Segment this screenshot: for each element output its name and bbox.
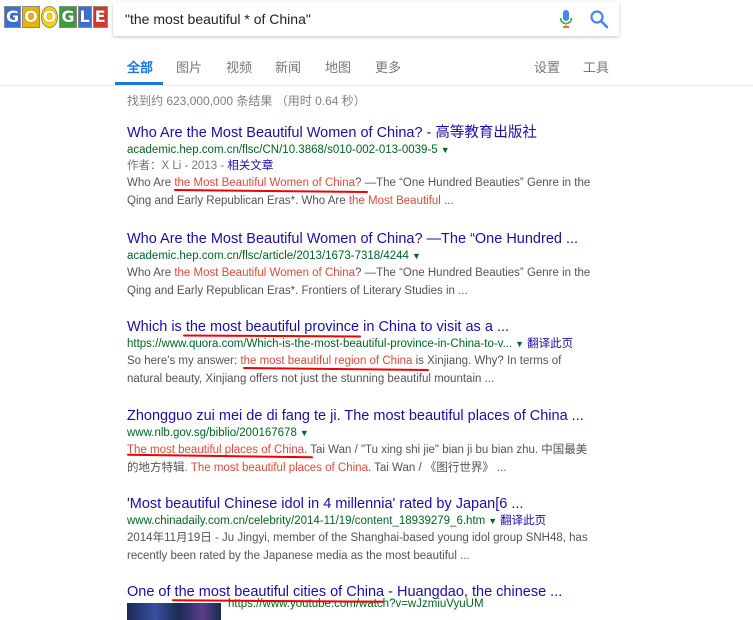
- search-result: Zhongguo zui mei de di fang te ji. The m…: [127, 407, 597, 477]
- result-title-link[interactable]: Who Are the Most Beautiful Women of Chin…: [127, 230, 597, 248]
- search-result: Who Are the Most Beautiful Women of Chin…: [127, 124, 597, 210]
- result-snippet: 2014年11月19日 - Ju Jingyi, member of the S…: [127, 532, 588, 562]
- result-url-text: https://www.quora.com/Which-is-the-most-…: [127, 338, 513, 350]
- logo-letter: E: [92, 6, 108, 28]
- tools-link[interactable]: 工具: [583, 57, 609, 76]
- result-url: academic.hep.com.cn/flsc/CN/10.3868/s010…: [127, 142, 597, 158]
- result-url: www.chinadaily.com.cn/celebrity/2014-11/…: [127, 513, 597, 529]
- tab-more[interactable]: 更多: [375, 57, 401, 76]
- google-logo[interactable]: G O O G L E: [4, 6, 109, 28]
- snippet-highlight: The most beautiful places of China: [190, 462, 368, 474]
- tab-all[interactable]: 全部: [127, 57, 153, 76]
- search-input[interactable]: [113, 2, 555, 36]
- microphone-icon[interactable]: [559, 10, 573, 28]
- tab-news[interactable]: 新闻: [275, 57, 301, 76]
- search-result: 'Most beautiful Chinese idol in 4 millen…: [127, 495, 597, 565]
- related-articles-link[interactable]: 相关文章: [227, 160, 273, 172]
- logo-letter: O: [40, 6, 59, 28]
- tab-images[interactable]: 图片: [176, 57, 202, 76]
- search-result: Which is the most beautiful province in …: [127, 318, 597, 388]
- dropdown-caret-icon[interactable]: ▼: [441, 145, 450, 155]
- snippet-text: ...: [440, 195, 454, 207]
- tab-maps[interactable]: 地图: [325, 57, 351, 76]
- result-url-text: www.nlb.gov.sg/biblio/200167678: [127, 427, 297, 439]
- result-url-text: academic.hep.com.cn/flsc/article/2013/16…: [127, 250, 409, 262]
- search-tabs: 全部 图片 视频 新闻 地图 更多 设置 工具: [0, 55, 753, 86]
- search-icon[interactable]: [589, 9, 609, 29]
- translate-page-link[interactable]: 翻译此页: [527, 338, 573, 350]
- search-result: Who Are the Most Beautiful Women of Chin…: [127, 230, 597, 300]
- result-snippet: Who Are the Most Beautiful Women of Chin…: [127, 264, 597, 300]
- result-title-link[interactable]: Who Are the Most Beautiful Women of Chin…: [127, 124, 597, 142]
- snippet-text: So here's my answer:: [127, 355, 241, 367]
- result-meta: 作者：X Li - 2013 - 相关文章: [127, 158, 597, 174]
- snippet-highlight: the Most Beautiful: [348, 195, 441, 207]
- logo-letter: G: [59, 6, 77, 28]
- snippet-highlight: the Most Beautiful Women of China: [174, 177, 355, 189]
- dropdown-caret-icon[interactable]: ▼: [488, 516, 497, 526]
- result-url-text: www.chinadaily.com.cn/celebrity/2014-11/…: [127, 515, 486, 527]
- search-box: [113, 2, 619, 36]
- result-title-link[interactable]: 'Most beautiful Chinese idol in 4 millen…: [127, 495, 597, 513]
- snippet-text: Who Are: [127, 177, 175, 189]
- active-tab-indicator: [115, 82, 163, 85]
- dropdown-caret-icon[interactable]: ▼: [412, 251, 421, 261]
- snippet-highlight: the most beautiful region of China: [240, 355, 413, 367]
- translate-page-link[interactable]: 翻译此页: [500, 515, 546, 527]
- result-meta-text: 作者：X Li - 2013 -: [127, 160, 228, 172]
- result-snippet: The most beautiful places of China. Tai …: [127, 441, 597, 477]
- result-title-link[interactable]: Which is the most beautiful province in …: [127, 318, 597, 336]
- result-title-link[interactable]: Zhongguo zui mei de di fang te ji. The m…: [127, 407, 597, 425]
- dropdown-caret-icon[interactable]: ▼: [515, 339, 524, 349]
- result-url-text: academic.hep.com.cn/flsc/CN/10.3868/s010…: [127, 144, 438, 156]
- result-url: academic.hep.com.cn/flsc/article/2013/16…: [127, 248, 597, 264]
- logo-letter: O: [22, 6, 40, 28]
- settings-link[interactable]: 设置: [534, 57, 560, 76]
- logo-letter: L: [77, 6, 92, 28]
- result-url: www.nlb.gov.sg/biblio/200167678 ▼: [127, 425, 597, 441]
- result-url: https://www.quora.com/Which-is-the-most-…: [127, 336, 597, 352]
- snippet-text: . Tai Wan / 《图行世界》 ...: [367, 462, 507, 474]
- logo-letter: G: [4, 6, 22, 28]
- result-stats: 找到约 623,000,000 条结果 （用时 0.64 秒）: [127, 94, 366, 108]
- video-thumbnail[interactable]: [127, 603, 221, 620]
- dropdown-caret-icon[interactable]: ▼: [300, 428, 309, 438]
- snippet-highlight: the Most Beautiful Women of China: [174, 267, 355, 279]
- tab-videos[interactable]: 视频: [226, 57, 252, 76]
- snippet-text: Who Are: [127, 267, 175, 279]
